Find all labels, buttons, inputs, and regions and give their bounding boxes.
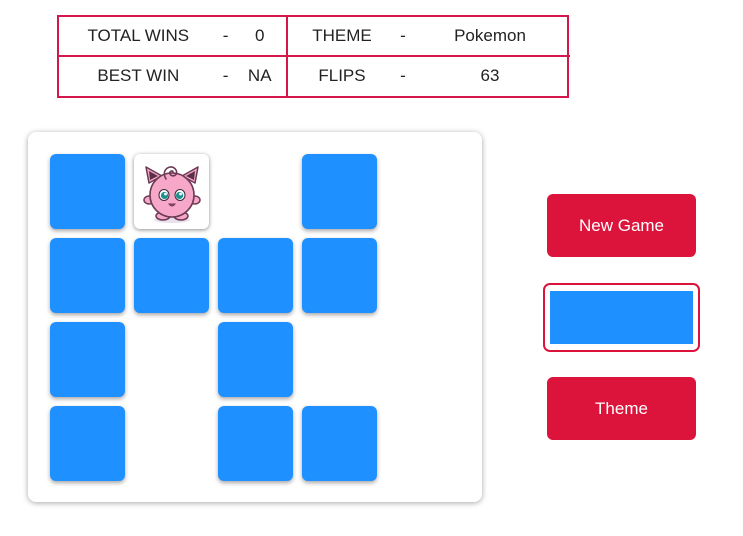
card-back[interactable]: [50, 322, 125, 397]
stat-theme: THEME - Pokemon: [288, 17, 570, 57]
card-back[interactable]: [218, 322, 293, 397]
card-back[interactable]: [218, 238, 293, 313]
stat-separator: -: [400, 66, 406, 86]
new-game-label: New Game: [578, 215, 665, 235]
stat-separator: -: [222, 25, 229, 45]
jigglypuff-icon: [136, 159, 208, 225]
card-back[interactable]: [302, 406, 377, 481]
card-back[interactable]: [302, 154, 377, 229]
card-color-swatch[interactable]: [550, 291, 693, 344]
card-back[interactable]: [218, 406, 293, 481]
stat-value: Pokemon: [454, 25, 526, 45]
stat-label: TOTAL WINS: [87, 25, 190, 45]
card-back[interactable]: [134, 238, 209, 313]
stat-label: THEME: [312, 25, 372, 45]
card-back[interactable]: [50, 238, 125, 313]
stat-total-wins: TOTAL WINS - 0: [59, 17, 288, 57]
stat-separator: -: [400, 25, 406, 45]
stat-label: BEST WIN: [97, 66, 180, 86]
theme-label: Theme: [595, 398, 648, 418]
game-board: [28, 132, 482, 502]
stat-separator: -: [222, 66, 229, 86]
stat-value: 0: [255, 25, 265, 45]
stat-label: FLIPS: [318, 66, 366, 86]
card-back[interactable]: [50, 154, 125, 229]
card-back[interactable]: [50, 406, 125, 481]
stat-flips: FLIPS - 63: [288, 57, 570, 97]
stat-value: NA: [247, 66, 272, 86]
stat-value: 63: [480, 66, 500, 86]
card-color-picker[interactable]: [543, 283, 700, 352]
theme-button[interactable]: Theme: [547, 377, 696, 440]
card-revealed[interactable]: [134, 154, 209, 229]
stat-best-win: BEST WIN - NA: [59, 56, 288, 96]
new-game-button[interactable]: New Game: [547, 194, 696, 257]
card-back[interactable]: [302, 238, 377, 313]
stats-table: TOTAL WINS - 0 THEME - Pokemon BEST WIN …: [57, 15, 570, 98]
